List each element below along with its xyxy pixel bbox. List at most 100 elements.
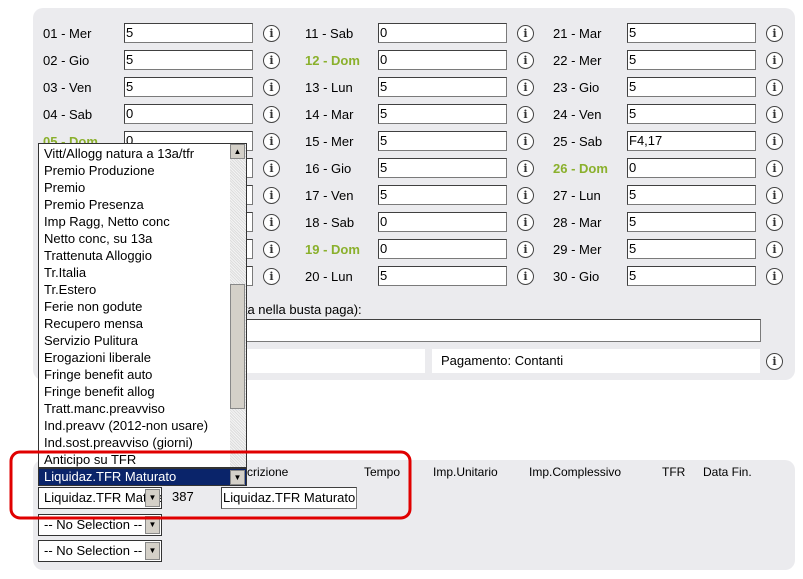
day-label: 28 - Mar: [553, 215, 602, 230]
info-icon[interactable]: i: [263, 187, 280, 204]
day-input[interactable]: 5: [627, 266, 756, 286]
info-icon[interactable]: i: [263, 160, 280, 177]
col-tempo: Tempo: [364, 465, 401, 479]
day-input[interactable]: 5: [124, 77, 253, 97]
info-icon[interactable]: i: [766, 214, 783, 231]
day-input[interactable]: 5: [378, 131, 507, 151]
dropdown-option[interactable]: Premio Produzione: [44, 162, 155, 179]
dropdown-option[interactable]: Servizio Pulitura: [44, 332, 138, 349]
voce-select-empty[interactable]: -- No Selection -- ▼: [38, 514, 162, 536]
scrollbar-thumb[interactable]: [230, 284, 245, 409]
info-icon[interactable]: i: [517, 133, 534, 150]
day-input[interactable]: 5: [378, 77, 507, 97]
dropdown-option[interactable]: Fringe benefit auto: [44, 366, 152, 383]
info-icon[interactable]: i: [263, 133, 280, 150]
open-select[interactable]: Liquidaz.TFR Maturato ▼: [38, 468, 247, 486]
day-input[interactable]: 5: [627, 77, 756, 97]
info-icon[interactable]: i: [517, 241, 534, 258]
dropdown-option[interactable]: Netto conc, su 13a: [44, 230, 152, 247]
day-label: 17 - Ven: [305, 188, 354, 203]
day-label: 29 - Mer: [553, 242, 602, 257]
info-icon[interactable]: i: [517, 160, 534, 177]
info-icon[interactable]: i: [766, 133, 783, 150]
day-input[interactable]: 0: [378, 50, 507, 70]
day-input[interactable]: 5: [124, 23, 253, 43]
day-input[interactable]: 0: [378, 23, 507, 43]
day-input[interactable]: 5: [627, 212, 756, 232]
day-input[interactable]: F4,17: [627, 131, 756, 151]
dropdown-option[interactable]: Tratt.manc.preavviso: [44, 400, 165, 417]
day-label: 19 - Dom: [305, 242, 360, 257]
dropdown-option[interactable]: Fringe benefit allog: [44, 383, 155, 400]
dropdown-option[interactable]: Tr.Estero: [44, 281, 96, 298]
info-icon[interactable]: i: [766, 25, 783, 42]
dropdown-option[interactable]: Anticipo su TFR: [44, 451, 136, 467]
day-input[interactable]: 0: [627, 158, 756, 178]
day-input[interactable]: 5: [627, 104, 756, 124]
chevron-down-icon[interactable]: ▼: [145, 489, 160, 507]
info-icon[interactable]: i: [766, 160, 783, 177]
day-input[interactable]: 0: [378, 212, 507, 232]
day-input[interactable]: 0: [378, 239, 507, 259]
chevron-down-icon[interactable]: ▼: [230, 470, 245, 485]
info-icon[interactable]: i: [766, 79, 783, 96]
descrizione-input[interactable]: Liquidaz.TFR Maturato: [221, 487, 357, 509]
info-icon[interactable]: i: [766, 106, 783, 123]
chevron-down-icon[interactable]: ▼: [145, 516, 160, 534]
info-icon[interactable]: i: [766, 241, 783, 258]
day-label: 26 - Dom: [553, 161, 608, 176]
info-icon[interactable]: i: [263, 106, 280, 123]
dropdown-option[interactable]: Premio Presenza: [44, 196, 144, 213]
info-icon[interactable]: i: [517, 79, 534, 96]
info-icon[interactable]: i: [766, 187, 783, 204]
scroll-up-icon[interactable]: ▲: [230, 144, 245, 159]
day-input[interactable]: 5: [627, 185, 756, 205]
info-icon[interactable]: i: [263, 25, 280, 42]
info-icon[interactable]: i: [766, 268, 783, 285]
info-icon[interactable]: i: [263, 214, 280, 231]
info-icon[interactable]: i: [517, 52, 534, 69]
info-icon[interactable]: i: [766, 52, 783, 69]
dropdown-option[interactable]: Erogazioni liberale: [44, 349, 151, 366]
info-icon[interactable]: i: [263, 52, 280, 69]
day-input[interactable]: 5: [124, 50, 253, 70]
day-input[interactable]: 5: [627, 50, 756, 70]
day-input[interactable]: 5: [378, 266, 507, 286]
day-input[interactable]: 0: [124, 104, 253, 124]
info-icon[interactable]: i: [517, 25, 534, 42]
info-icon[interactable]: i: [263, 241, 280, 258]
dropdown-option[interactable]: Recupero mensa: [44, 315, 143, 332]
info-icon[interactable]: i: [517, 214, 534, 231]
dropdown-option[interactable]: Trattenuta Alloggio: [44, 247, 152, 264]
day-input[interactable]: 5: [378, 185, 507, 205]
selected-option: Liquidaz.TFR Maturato: [44, 469, 177, 484]
info-icon[interactable]: i: [517, 106, 534, 123]
dropdown-option[interactable]: Ferie non godute: [44, 298, 142, 315]
day-input[interactable]: 5: [627, 239, 756, 259]
info-icon[interactable]: i: [766, 353, 783, 370]
day-input[interactable]: 5: [378, 104, 507, 124]
col-data-fin: Data Fin.: [703, 465, 752, 479]
dropdown-option[interactable]: Tr.Italia: [44, 264, 86, 281]
note-input[interactable]: [233, 319, 761, 342]
dropdown-option[interactable]: Ind.sost.preavviso (giorni): [44, 434, 193, 451]
day-input[interactable]: 5: [627, 23, 756, 43]
scrollbar[interactable]: ▲: [230, 144, 246, 467]
dropdown-option[interactable]: Imp Ragg, Netto conc: [44, 213, 170, 230]
day-label: 20 - Lun: [305, 269, 353, 284]
day-input[interactable]: 5: [378, 158, 507, 178]
dropdown-option[interactable]: Premio: [44, 179, 85, 196]
dropdown-option[interactable]: Vitt/Allogg natura a 13a/tfr: [44, 145, 194, 162]
day-label: 11 - Sab: [305, 26, 354, 41]
voce-select-empty[interactable]: -- No Selection -- ▼: [38, 540, 162, 562]
voce-select[interactable]: Liquidaz.TFR Maturato▼: [38, 487, 162, 509]
info-icon[interactable]: i: [517, 268, 534, 285]
chevron-down-icon[interactable]: ▼: [145, 542, 160, 560]
dropdown-option[interactable]: Ind.preavv (2012-non usare): [44, 417, 208, 434]
col-descrizione: crizione: [247, 465, 289, 479]
info-icon[interactable]: i: [263, 268, 280, 285]
info-icon[interactable]: i: [263, 79, 280, 96]
dropdown-list[interactable]: Vitt/Allogg natura a 13a/tfr Premio Produ…: [38, 143, 247, 468]
info-icon[interactable]: i: [517, 187, 534, 204]
note-label: tata nella busta paga):: [233, 302, 362, 317]
